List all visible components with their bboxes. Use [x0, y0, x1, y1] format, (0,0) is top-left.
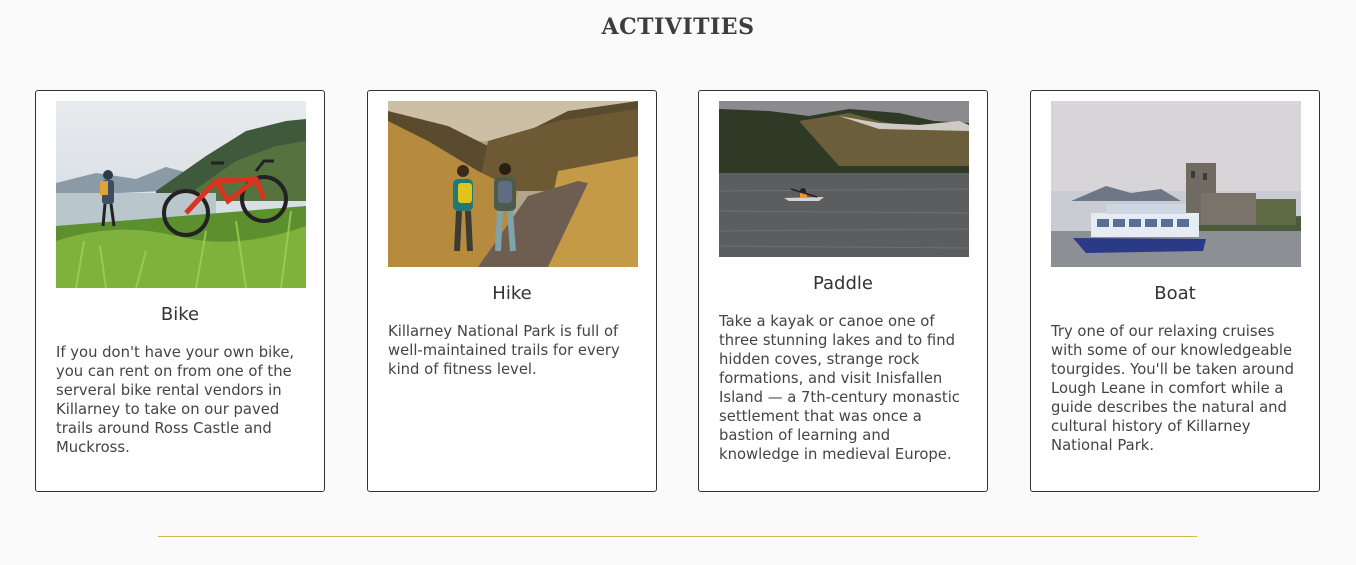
activity-card-boat: Boat Try one of our relaxing cruises wit…: [1030, 90, 1320, 492]
card-title: Paddle: [812, 273, 873, 294]
hikers-photo: [388, 101, 638, 267]
activity-card-bike: Bike If you don't have your own bike, yo…: [35, 90, 325, 492]
section-divider: [158, 536, 1197, 537]
card-description: Take a kayak or canoe one of three stunn…: [719, 313, 960, 463]
kayak-photo: [719, 101, 969, 257]
boat-castle-photo: [1051, 101, 1301, 267]
section-title: ACTIVITIES: [601, 14, 755, 40]
card-description: If you don't have your own bike, you can…: [56, 344, 295, 456]
card-description: Killarney National Park is full of well-…: [388, 323, 620, 378]
card-description: Try one of our relaxing cruises with som…: [1051, 323, 1294, 454]
activity-card-hike: Hike Killarney National Park is full of …: [367, 90, 657, 492]
card-title: Bike: [160, 304, 200, 325]
card-title: Hike: [492, 283, 532, 304]
card-title: Boat: [1154, 283, 1196, 304]
bike-photo: [56, 101, 306, 288]
activity-card-paddle: Paddle Take a kayak or canoe one of thre…: [698, 90, 988, 492]
